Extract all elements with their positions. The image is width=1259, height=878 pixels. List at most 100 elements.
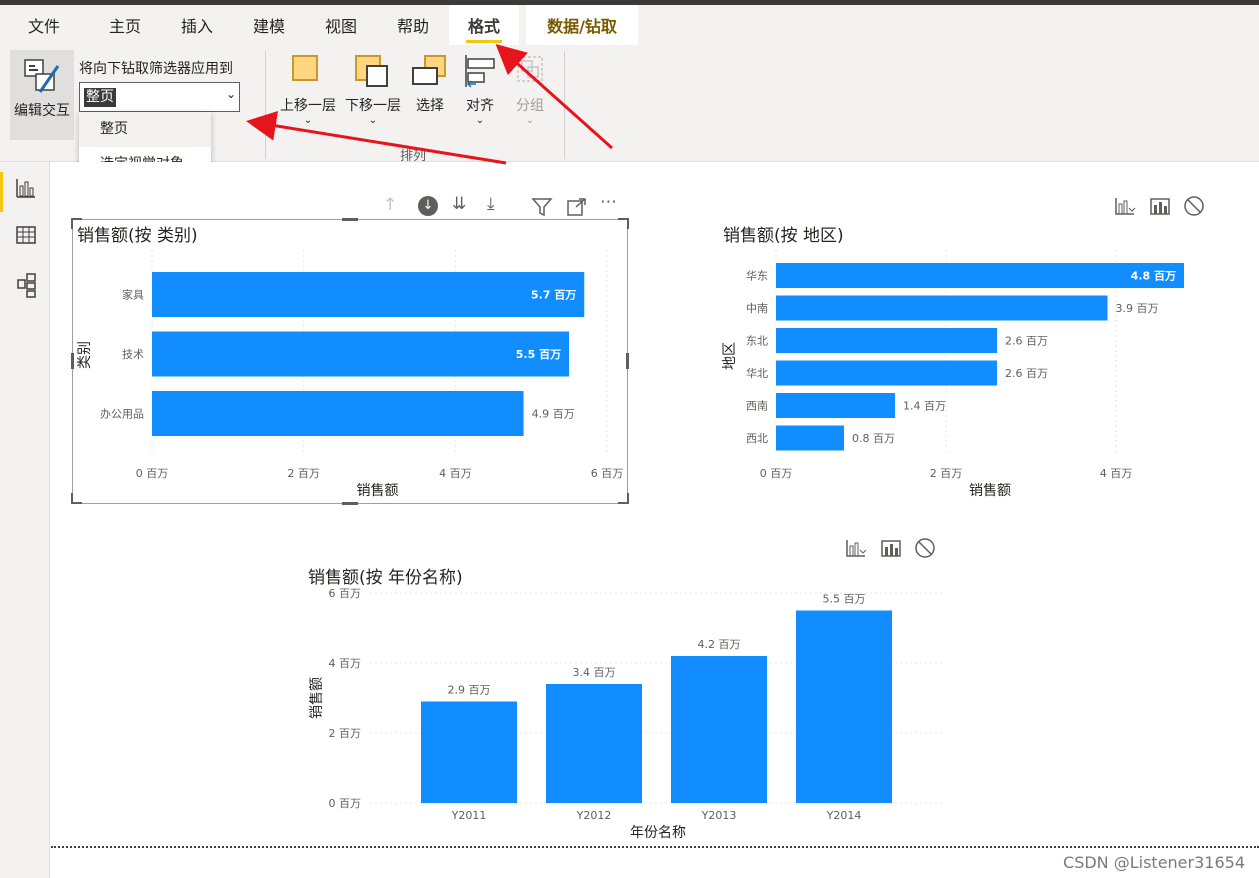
data-label: 5.5 百万 <box>823 593 866 606</box>
x-tick-label: 4 百万 <box>439 467 472 480</box>
x-axis-title: 年份名称 <box>630 825 686 841</box>
drill-chart-icon[interactable] <box>845 538 867 558</box>
chart-region[interactable]: 0 百万 2 百万 4 百万华东 4.8 百万中南 3.9 百万东北 2.6 百万华北 2.… <box>718 245 1218 505</box>
chevron-down-icon: ⌄ <box>225 87 236 101</box>
data-label: 4.2 百万 <box>698 638 741 651</box>
bring-forward-button[interactable]: 上移一层 ⌄ <box>277 53 339 133</box>
active-view-indicator <box>0 172 3 212</box>
y-tick-label: 办公用品 <box>100 408 144 421</box>
x-tick-label: 4 百万 <box>1100 467 1133 480</box>
data-view-icon[interactable] <box>15 224 37 246</box>
edit-interactions-button[interactable]: 编辑交互 <box>10 50 74 140</box>
bar <box>776 295 1108 321</box>
drill-mode-icon[interactable]: ↓ <box>418 196 438 216</box>
bar <box>152 331 570 377</box>
bar <box>776 393 895 418</box>
chart-category[interactable]: 0 百万 2 百万 4 百万 6 百万 家具 5.7 百万技术 5.5 百万办公用品 4.9 … <box>72 245 632 505</box>
chart-year[interactable]: 0 百万 2 百万 4 百万 6 百万 2.9 百万 Y2011 3.4 百万 Y2012 4.… <box>300 585 960 845</box>
y-tick-label: 西南 <box>746 400 768 413</box>
data-label: 3.9 百万 <box>1116 302 1159 315</box>
selection-button[interactable]: 选择 <box>408 53 452 114</box>
bar <box>152 272 585 317</box>
chevron-down-icon: ⌄ <box>525 115 535 126</box>
chevron-down-icon: ⌄ <box>303 115 313 126</box>
align-button[interactable]: 对齐 ⌄ <box>458 53 502 133</box>
tab-format[interactable]: 格式 <box>449 5 519 45</box>
model-view-icon[interactable] <box>15 272 37 298</box>
active-tab-indicator <box>466 40 502 43</box>
tab-home[interactable]: 主页 <box>96 5 154 45</box>
edit-interactions-label: 编辑交互 <box>14 103 70 119</box>
y-axis-title: 类别 <box>77 341 93 369</box>
send-backward-button[interactable]: 下移一层 ⌄ <box>342 53 404 133</box>
x-tick-label: Y2011 <box>451 809 487 822</box>
data-label: 2.9 百万 <box>448 684 491 697</box>
group-button[interactable]: 分组 ⌄ <box>508 53 552 133</box>
tab-data-drill[interactable]: 数据/钻取 <box>526 5 638 45</box>
tab-format-label: 格式 <box>467 17 500 36</box>
y-tick-label: 华东 <box>746 269 768 283</box>
data-label: 2.6 百万 <box>1005 335 1048 348</box>
y-tick-label: 0 百万 <box>329 797 362 810</box>
x-tick-label: 0 百万 <box>136 467 169 480</box>
x-tick-label: 6 百万 <box>591 467 624 480</box>
tab-file[interactable]: 文件 <box>14 5 74 45</box>
drill-option-whole-page[interactable]: 整页 <box>79 112 211 147</box>
data-label: 4.8 百万 <box>1131 270 1176 283</box>
bar <box>671 656 767 803</box>
edit-interactions-icon <box>24 59 60 93</box>
data-label: 5.5 百万 <box>516 348 561 361</box>
y-tick-label: 中南 <box>746 302 768 315</box>
report-view-icon[interactable] <box>15 177 37 199</box>
y-tick-label: 西北 <box>746 432 768 445</box>
none-interaction-icon[interactable] <box>1183 195 1205 217</box>
ribbon-separator <box>564 51 565 159</box>
selection-label: 选择 <box>416 98 444 114</box>
selection-frame-icon <box>412 67 438 85</box>
data-label: 3.4 百万 <box>573 666 616 679</box>
view-switcher-rail <box>0 162 50 878</box>
none-interaction-icon[interactable] <box>914 537 936 559</box>
y-tick-label: 东北 <box>746 335 768 348</box>
data-label: 4.9 百万 <box>532 408 575 421</box>
tab-help[interactable]: 帮助 <box>384 5 442 45</box>
group-icon <box>517 56 543 82</box>
filter-icon[interactable] <box>531 197 553 217</box>
y-tick-label: 6 百万 <box>329 587 362 600</box>
next-level-icon[interactable]: ⇊ <box>452 194 466 214</box>
bar <box>776 425 844 451</box>
data-label: 1.4 百万 <box>903 400 946 413</box>
x-axis-title: 销售额 <box>357 483 399 499</box>
data-label: 2.6 百万 <box>1005 367 1048 380</box>
bar <box>796 610 892 803</box>
tab-modeling[interactable]: 建模 <box>240 5 298 45</box>
bar-chart-icon[interactable] <box>880 538 902 558</box>
bar <box>546 684 642 803</box>
x-tick-label: Y2012 <box>576 809 612 822</box>
expand-hierarchy-icon[interactable]: ⤓ <box>487 194 495 214</box>
tab-view[interactable]: 视图 <box>312 5 370 45</box>
bar <box>776 360 997 386</box>
tab-insert[interactable]: 插入 <box>168 5 226 45</box>
chevron-down-icon: ⌄ <box>368 115 378 126</box>
drill-up-icon[interactable]: ↑ <box>383 195 397 215</box>
bring-forward-label: 上移一层 <box>280 98 336 114</box>
bar-chart-icon[interactable] <box>1149 196 1171 216</box>
page-boundary-line <box>51 846 1259 848</box>
more-options-icon[interactable]: ⋯ <box>600 192 617 212</box>
drill-filter-label: 将向下钻取筛选器应用到 <box>79 61 233 77</box>
chart-title-category: 销售额(按 类别) <box>77 226 198 246</box>
drill-chart-icon[interactable] <box>1114 196 1136 216</box>
x-tick-label: 2 百万 <box>287 467 320 480</box>
chevron-down-icon: ⌄ <box>475 115 485 126</box>
data-label: 0.8 百万 <box>852 432 895 445</box>
drill-filter-selected-value: 整页 <box>84 88 116 107</box>
drill-filter-dropdown[interactable]: 整页 ⌄ <box>79 82 240 112</box>
x-tick-label: Y2014 <box>826 809 862 822</box>
bar <box>776 263 1184 288</box>
send-backward-label: 下移一层 <box>345 98 401 114</box>
y-tick-label: 技术 <box>122 348 144 361</box>
y-tick-label: 4 百万 <box>329 657 362 670</box>
y-tick-label: 华北 <box>746 366 768 380</box>
focus-mode-icon[interactable] <box>566 197 588 217</box>
